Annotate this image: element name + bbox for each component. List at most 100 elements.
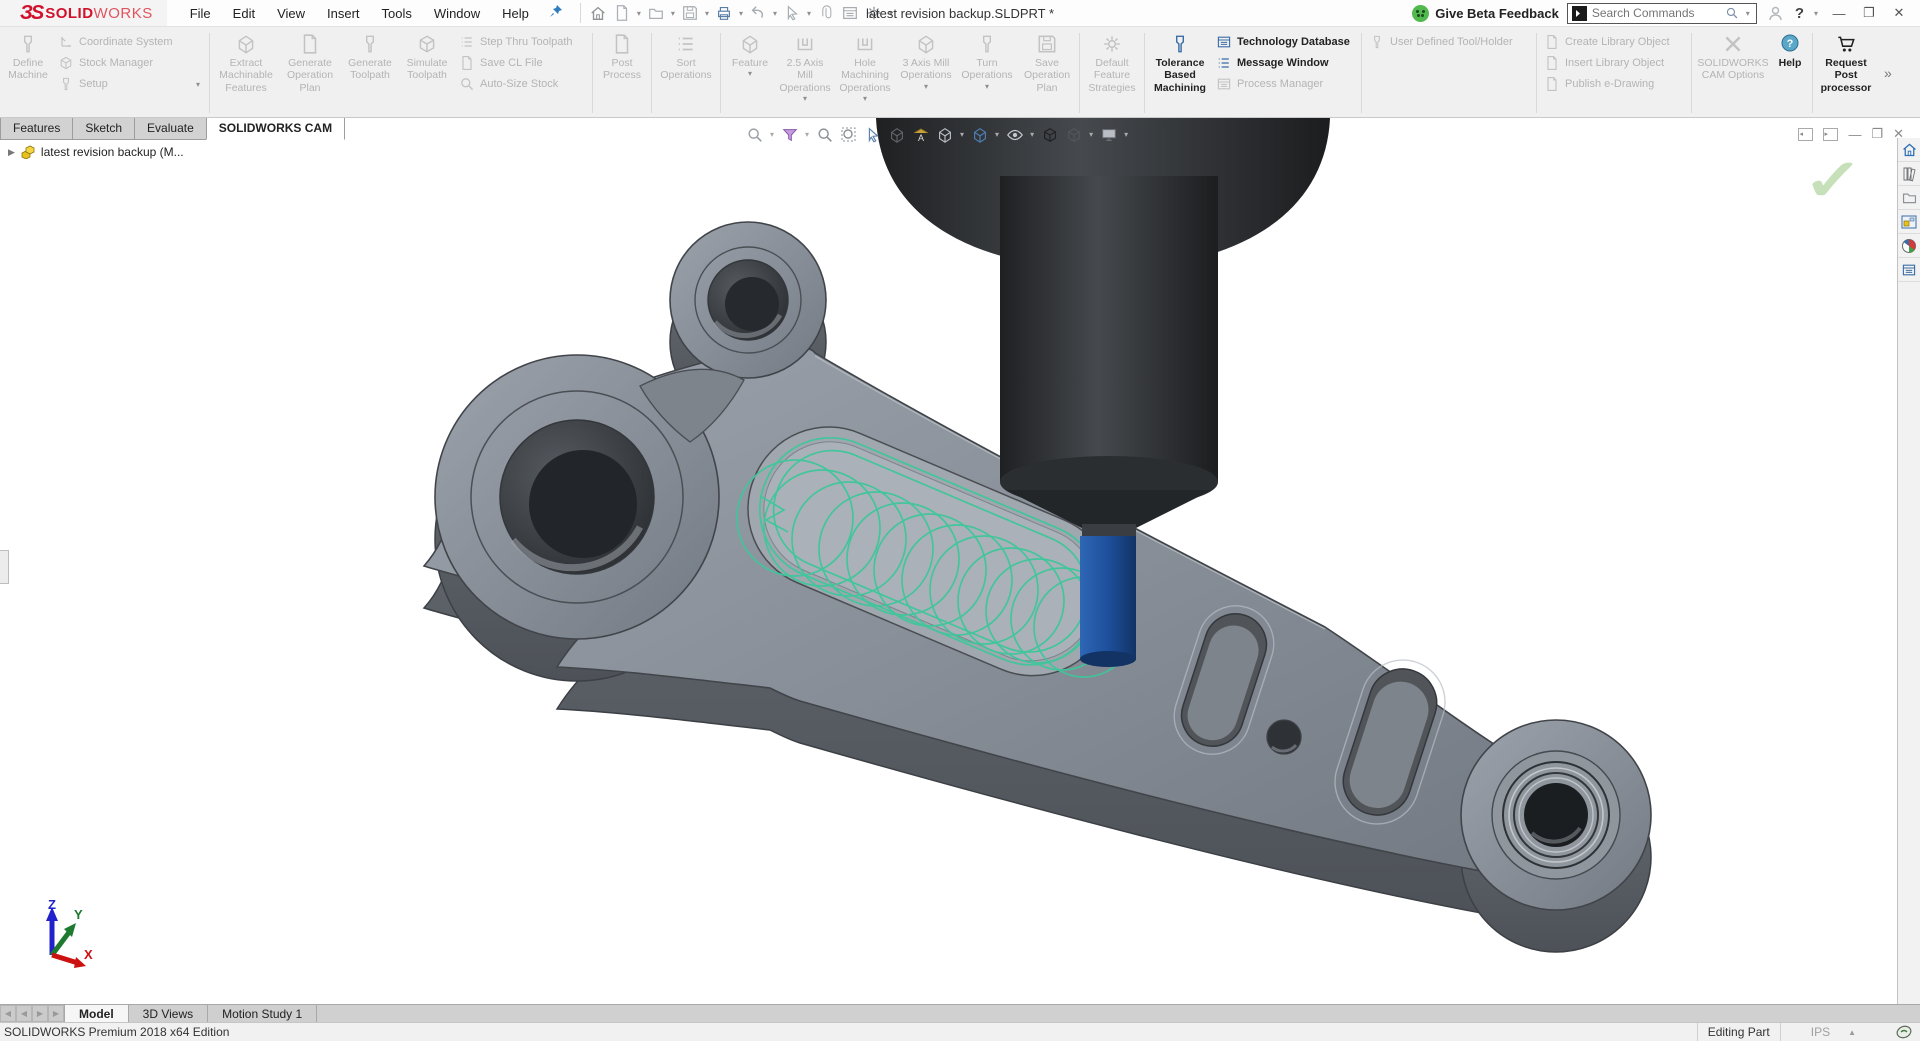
ribbon-request-post-processor[interactable]: Request Post processor [1816,29,1876,117]
ribbon-sort-operations[interactable]: Sort Operations [655,29,717,117]
properties-button[interactable] [839,2,861,24]
new-document-button[interactable] [611,2,633,24]
rotate-view-icon[interactable] [862,124,883,145]
view-settings-icon[interactable] [1098,124,1119,145]
restore-button[interactable]: ❐ [1858,3,1880,23]
ribbon-feature[interactable]: Feature ▾ [724,29,776,117]
save-button[interactable] [679,2,701,24]
axis3-dropdown-icon[interactable]: ▾ [924,82,928,91]
doc-restore-button[interactable]: ❐ [1871,126,1883,142]
attach-icon[interactable] [815,2,837,24]
ribbon-coordinate-system[interactable]: Coordinate System [58,32,202,52]
ribbon-publish-edrawing[interactable]: Publish e-Drawing [1544,74,1684,94]
taskpane-custom-properties-icon[interactable] [1898,258,1920,282]
help-dropdown-icon[interactable]: ▾ [1814,9,1818,18]
pane-right-button[interactable]: ▸ [1823,128,1838,141]
search-input[interactable] [1592,6,1720,20]
view-orientation-icon[interactable] [934,124,955,145]
ribbon-post-process[interactable]: Post Process [596,29,648,117]
ribbon-step-thru-toolpath[interactable]: Step Thru Toolpath [459,32,585,52]
units-caret-icon[interactable]: ▲ [1848,1028,1896,1037]
section-view-icon[interactable] [886,124,907,145]
undo-dropdown-icon[interactable]: ▾ [773,9,777,18]
view-settings-dropdown-icon[interactable]: ▾ [1124,130,1128,139]
search-commands-box[interactable]: ▾ [1567,3,1757,24]
taskpane-design-library-icon[interactable] [1898,210,1920,234]
ribbon-generate-toolpath[interactable]: Generate Toolpath [341,29,399,117]
tab-model[interactable]: Model [64,1005,129,1022]
apply-scene-icon[interactable] [1063,124,1084,145]
taskpane-file-explorer-icon[interactable] [1898,186,1920,210]
taskpane-home-icon[interactable] [1898,138,1920,162]
ribbon-help[interactable]: ? Help [1771,29,1809,117]
new-document-dropdown-icon[interactable]: ▾ [637,9,641,18]
print-button[interactable] [713,2,735,24]
pin-menu-icon[interactable] [548,3,564,24]
3d-model-scene[interactable] [0,118,1897,1004]
scene-dropdown-icon[interactable]: ▾ [1089,130,1093,139]
doc-minimize-button[interactable]: — [1848,127,1861,142]
ribbon-save-cl-file[interactable]: Save CL File [459,53,585,73]
feature-dropdown-icon[interactable]: ▾ [748,69,752,78]
open-button[interactable] [645,2,667,24]
save-dropdown-icon[interactable]: ▾ [705,9,709,18]
options-dropdown-icon[interactable]: ▾ [889,9,893,18]
tab-next-button[interactable]: ▶ [32,1005,48,1022]
user-account-icon[interactable] [1765,2,1787,24]
ribbon-simulate-toolpath[interactable]: Simulate Toolpath [399,29,455,117]
display-style-icon[interactable] [969,124,990,145]
graphics-viewport[interactable]: Features Sketch Evaluate SOLIDWORKS CAM … [0,118,1920,1004]
menu-tools[interactable]: Tools [373,2,421,25]
ribbon-stock-manager[interactable]: Stock Manager [58,53,202,73]
axis25-dropdown-icon[interactable]: ▾ [803,94,807,103]
ribbon-3-axis-mill-operations[interactable]: 3 Axis Mill Operations ▾ [896,29,956,117]
hide-show-dropdown-icon[interactable]: ▾ [1030,130,1034,139]
edit-appearance-icon[interactable] [1039,124,1060,145]
tab-first-button[interactable]: ◀ [0,1005,16,1022]
ribbon-message-window[interactable]: Message Window [1216,53,1354,73]
hide-annotations-icon[interactable]: A [910,124,931,145]
tab-solidworks-cam[interactable]: SOLIDWORKS CAM [206,118,345,140]
ribbon-generate-operation-plan[interactable]: Generate Operation Plan [279,29,341,117]
options-gear-button[interactable] [863,2,885,24]
ribbon-process-manager[interactable]: Process Manager [1216,74,1354,94]
feature-tree-root[interactable]: ▶ latest revision backup (M... [8,145,184,159]
help-menu-button[interactable]: ? [1795,5,1804,22]
ribbon-create-library-object[interactable]: Create Library Object [1544,32,1684,52]
ribbon-turn-operations[interactable]: Turn Operations ▾ [956,29,1018,117]
zoom-to-fit-icon[interactable] [744,124,765,145]
ribbon-setup[interactable]: Setup ▾ [58,74,202,94]
tab-evaluate[interactable]: Evaluate [134,118,207,140]
close-button[interactable]: ✕ [1888,3,1910,23]
zoom-in-out-icon[interactable] [814,124,835,145]
tab-last-button[interactable]: ▶ [48,1005,64,1022]
menu-view[interactable]: View [268,2,314,25]
home-button[interactable] [587,2,609,24]
ribbon-tolerance-based-machining[interactable]: Tolerance Based Machining [1148,29,1212,117]
ribbon-solidworks-cam-options[interactable]: SOLIDWORKS CAM Options [1695,29,1771,117]
menu-insert[interactable]: Insert [318,2,369,25]
filter-dropdown-icon[interactable]: ▾ [805,130,809,139]
turn-operations-dropdown-icon[interactable]: ▾ [985,82,989,91]
search-icon[interactable] [1725,6,1739,20]
open-dropdown-icon[interactable]: ▾ [671,9,675,18]
status-tag-icon[interactable] [1896,1024,1912,1040]
select-button[interactable] [781,2,803,24]
menu-help[interactable]: Help [493,2,538,25]
tab-sketch[interactable]: Sketch [72,118,135,140]
ribbon-hole-machining-operations[interactable]: Hole Machining Operations ▾ [834,29,896,117]
select-dropdown-icon[interactable]: ▾ [807,9,811,18]
ribbon-insert-library-object[interactable]: Insert Library Object [1544,53,1684,73]
ribbon-25-axis-mill-operations[interactable]: 2.5 Axis Mill Operations ▾ [776,29,834,117]
taskpane-resources-icon[interactable] [1898,162,1920,186]
ribbon-save-operation-plan[interactable]: Save Operation Plan [1018,29,1076,117]
give-beta-feedback-button[interactable]: Give Beta Feedback [1412,5,1559,22]
zoom-to-area-icon[interactable] [838,124,859,145]
setup-dropdown-icon[interactable]: ▾ [196,80,200,89]
menu-window[interactable]: Window [425,2,489,25]
ribbon-user-defined-tool-holder[interactable]: User Defined Tool/Holder [1369,32,1529,52]
tab-prev-button[interactable]: ◀ [16,1005,32,1022]
left-panel-flyout-tab[interactable] [0,550,9,584]
ribbon-define-machine[interactable]: Define Machine [2,29,54,117]
print-dropdown-icon[interactable]: ▾ [739,9,743,18]
